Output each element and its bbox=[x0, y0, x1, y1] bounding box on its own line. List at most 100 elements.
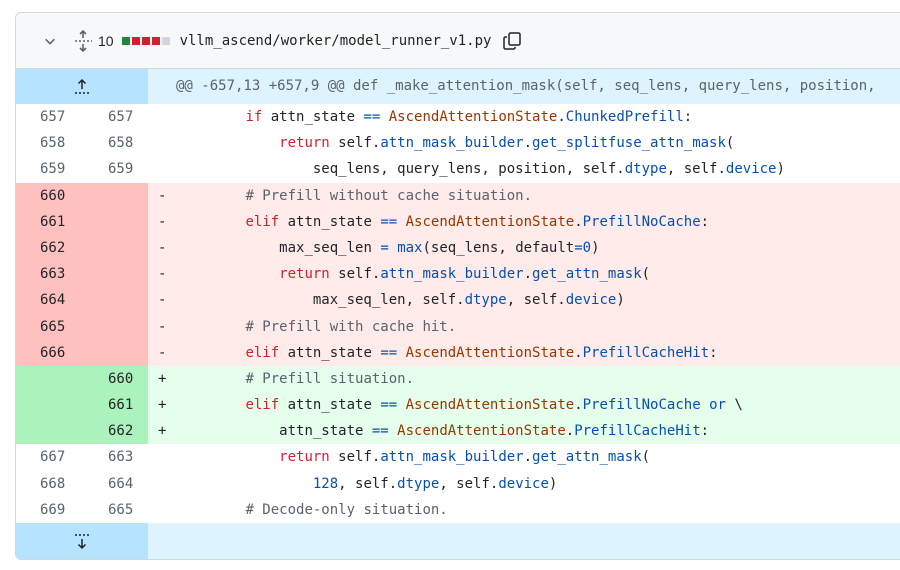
code-line: max_seq_len, self.dtype, self.device) bbox=[178, 287, 900, 314]
diff-sign: - bbox=[148, 261, 178, 288]
diff-body: @@ -657,13 +657,9 @@ def _make_attention… bbox=[16, 69, 900, 559]
new-line-number[interactable]: 658 bbox=[82, 130, 148, 156]
diff-row-added: 661 + elif attn_state == AscendAttention… bbox=[16, 392, 900, 419]
expand-up-button[interactable] bbox=[16, 69, 148, 104]
old-line-number[interactable]: 665 bbox=[16, 313, 82, 340]
diff-sign: - bbox=[148, 208, 178, 235]
chevron-down-icon[interactable] bbox=[42, 33, 58, 49]
diff-sign: - bbox=[148, 313, 178, 340]
diff-row-deleted: 660 - # Prefill without cache situation. bbox=[16, 182, 900, 209]
diffstat-block bbox=[161, 36, 170, 45]
code-line: # Prefill with cache hit. bbox=[178, 313, 900, 340]
diff-sign bbox=[148, 130, 178, 156]
new-line-number[interactable]: 663 bbox=[82, 444, 148, 470]
diff-row: 658 658 return self.attn_mask_builder.ge… bbox=[16, 130, 900, 156]
expand-down-button[interactable] bbox=[16, 523, 148, 559]
diff-row-deleted: 661 - elif attn_state == AscendAttention… bbox=[16, 208, 900, 235]
diff-row-added: 660 + # Prefill situation. bbox=[16, 365, 900, 393]
diff-sign bbox=[148, 497, 178, 523]
code-line: # Prefill situation. bbox=[178, 365, 900, 393]
diff-sign: - bbox=[148, 287, 178, 314]
diff-row-deleted: 662 - max_seq_len = max(seq_lens, defaul… bbox=[16, 234, 900, 262]
old-line-number[interactable]: 660 bbox=[16, 182, 82, 209]
new-line-number[interactable]: 657 bbox=[82, 104, 148, 130]
code-line: attn_state == AscendAttentionState.Prefi… bbox=[178, 418, 900, 445]
diff-row-deleted: 664 - max_seq_len, self.dtype, self.devi… bbox=[16, 287, 900, 314]
diff-row: 668 664 128, self.dtype, self.device) bbox=[16, 471, 900, 497]
code-line: elif attn_state == AscendAttentionState.… bbox=[178, 208, 900, 235]
new-line-number[interactable]: 665 bbox=[82, 497, 148, 523]
old-line-number[interactable]: 664 bbox=[16, 287, 82, 314]
old-line-number[interactable]: 667 bbox=[16, 444, 82, 470]
new-line-number[interactable]: 661 bbox=[82, 392, 148, 419]
new-line-number[interactable]: 660 bbox=[82, 365, 148, 393]
diff-sign: + bbox=[148, 418, 178, 445]
diffstat-block bbox=[131, 36, 140, 45]
diff-row-added: 662 + attn_state == AscendAttentionState… bbox=[16, 418, 900, 445]
file-path[interactable]: vllm_ascend/worker/model_runner_v1.py bbox=[180, 33, 492, 49]
diff-rows: 657 657 if attn_state == AscendAttention… bbox=[16, 104, 900, 523]
diff-sign bbox=[148, 444, 178, 470]
diff-row-deleted: 665 - # Prefill with cache hit. bbox=[16, 313, 900, 340]
old-line-number[interactable]: 666 bbox=[16, 339, 82, 366]
diff-sign bbox=[148, 471, 178, 497]
unfold-icon[interactable] bbox=[74, 29, 92, 52]
expand-bottom-row bbox=[16, 523, 900, 559]
new-line-number[interactable]: 659 bbox=[82, 156, 148, 182]
new-line-number[interactable] bbox=[82, 182, 148, 209]
diffstat-block bbox=[121, 36, 130, 45]
expand-up-icon bbox=[75, 78, 89, 94]
code-line: return self.attn_mask_builder.get_attn_m… bbox=[279, 449, 651, 466]
diff-sign: - bbox=[148, 234, 178, 262]
old-line-number[interactable]: 657 bbox=[16, 104, 82, 130]
code-line: return self.attn_mask_builder.get_splitf… bbox=[279, 135, 735, 152]
code-line: max_seq_len = max(seq_lens, default=0) bbox=[178, 234, 900, 262]
old-line-number[interactable]: 661 bbox=[16, 208, 82, 235]
diff-sign bbox=[148, 104, 178, 130]
new-line-number[interactable]: 664 bbox=[82, 471, 148, 497]
code-line: elif attn_state == AscendAttentionState.… bbox=[178, 392, 900, 419]
old-line-number[interactable]: 669 bbox=[16, 497, 82, 523]
code-line: seq_lens, query_lens, position, self.dty… bbox=[312, 161, 785, 178]
diffstat-blocks bbox=[121, 36, 170, 45]
old-line-number[interactable] bbox=[16, 365, 82, 393]
diff-file: 10 vllm_ascend/worker/model_runner_v1.py bbox=[15, 12, 900, 560]
old-line-number[interactable] bbox=[16, 392, 82, 419]
old-line-number[interactable]: 662 bbox=[16, 234, 82, 262]
diff-sign: + bbox=[148, 392, 178, 419]
new-line-number[interactable] bbox=[82, 287, 148, 314]
code-line: # Prefill without cache situation. bbox=[178, 182, 900, 209]
new-line-number[interactable]: 662 bbox=[82, 418, 148, 445]
code-line: elif attn_state == AscendAttentionState.… bbox=[178, 339, 900, 366]
old-line-number[interactable] bbox=[16, 418, 82, 445]
new-line-number[interactable] bbox=[82, 313, 148, 340]
code-line: if attn_state == AscendAttentionState.Ch… bbox=[245, 109, 693, 125]
diff-row-deleted: 666 - elif attn_state == AscendAttention… bbox=[16, 339, 900, 366]
new-line-number[interactable] bbox=[82, 261, 148, 288]
diffstat-block bbox=[151, 36, 160, 45]
diff-row: 667 663 return self.attn_mask_builder.ge… bbox=[16, 444, 900, 470]
diffstat-block bbox=[141, 36, 150, 45]
code-line: # Decode-only situation. bbox=[245, 501, 448, 518]
diff-row: 659 659 seq_lens, query_lens, position, … bbox=[16, 156, 900, 182]
diff-sign bbox=[148, 156, 178, 182]
diff-row-deleted: 663 - return self.attn_mask_builder.get_… bbox=[16, 261, 900, 288]
diff-sign: - bbox=[148, 339, 178, 366]
old-line-number[interactable]: 658 bbox=[16, 130, 82, 156]
copy-icon[interactable] bbox=[503, 31, 522, 50]
diff-sign: - bbox=[148, 182, 178, 209]
old-line-number[interactable]: 659 bbox=[16, 156, 82, 182]
diff-sign: + bbox=[148, 365, 178, 393]
old-line-number[interactable]: 668 bbox=[16, 471, 82, 497]
file-header: 10 vllm_ascend/worker/model_runner_v1.py bbox=[16, 13, 900, 69]
diff-row: 669 665 # Decode-only situation. bbox=[16, 497, 900, 523]
new-line-number[interactable] bbox=[82, 208, 148, 235]
new-line-number[interactable] bbox=[82, 234, 148, 262]
code-line: return self.attn_mask_builder.get_attn_m… bbox=[178, 261, 900, 288]
diff-row: 657 657 if attn_state == AscendAttention… bbox=[16, 104, 900, 130]
expand-down-icon bbox=[75, 534, 89, 550]
new-line-number[interactable] bbox=[82, 339, 148, 366]
changes-count: 10 bbox=[98, 32, 114, 49]
old-line-number[interactable]: 663 bbox=[16, 261, 82, 288]
hunk-header-text: @@ -657,13 +657,9 @@ def _make_attention… bbox=[176, 78, 876, 94]
